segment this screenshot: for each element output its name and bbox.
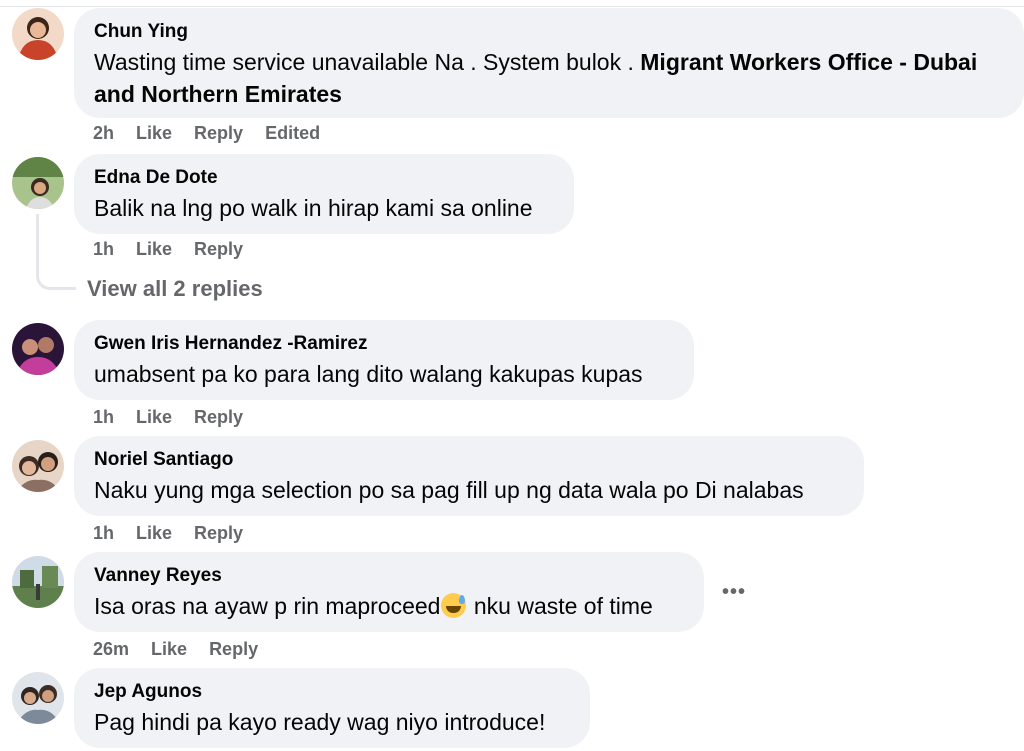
comment-bubble: Edna De Dote Balik na lng po walk in hir… [74, 154, 574, 234]
avatar-noriel-santiago[interactable] [12, 440, 64, 492]
top-divider [0, 0, 1024, 7]
like-button[interactable]: Like [151, 639, 187, 659]
edited-label[interactable]: Edited [265, 123, 320, 143]
comment-timestamp[interactable]: 2h [93, 123, 114, 143]
avatar-image [12, 8, 64, 60]
avatar-vanney-reyes[interactable] [12, 556, 64, 608]
like-button[interactable]: Like [136, 523, 172, 543]
comment-timestamp[interactable]: 1h [93, 523, 114, 543]
comment-actions: 1h Like Reply [93, 405, 265, 429]
comment-author[interactable]: Gwen Iris Hernandez -Ramirez [94, 332, 674, 356]
comment-actions: 1h Like Reply [93, 521, 265, 545]
reply-button[interactable]: Reply [194, 123, 243, 143]
comment-text-after: nku waste of time [467, 593, 653, 619]
avatar-image [12, 556, 64, 608]
sweat-smile-emoji-icon [441, 593, 467, 618]
view-replies-link[interactable]: View all 2 replies [87, 276, 263, 302]
comment-text: Wasting time service unavailable Na . Sy… [94, 46, 1004, 110]
comment-actions: 2h Like Reply Edited [93, 121, 342, 145]
comment-timestamp[interactable]: 1h [93, 239, 114, 259]
avatar-edna-de-dote[interactable] [12, 157, 64, 209]
comment-author[interactable]: Vanney Reyes [94, 564, 684, 588]
like-button[interactable]: Like [136, 239, 172, 259]
reply-button[interactable]: Reply [194, 523, 243, 543]
comment-bubble: Jep Agunos Pag hindi pa kayo ready wag n… [74, 668, 590, 748]
comment-bubble: Vanney Reyes Isa oras na ayaw p rin mapr… [74, 552, 704, 632]
avatar-image [12, 440, 64, 492]
comment-bubble: Noriel Santiago Naku yung mga selection … [74, 436, 864, 516]
reply-button[interactable]: Reply [194, 239, 243, 259]
comment-text: Naku yung mga selection po sa pag fill u… [94, 477, 804, 503]
comment-author[interactable]: Noriel Santiago [94, 448, 844, 472]
avatar-chun-ying[interactable] [12, 8, 64, 60]
avatar-image [12, 672, 64, 724]
avatar-image [12, 323, 64, 375]
comment-actions: 26m Like Reply [93, 637, 280, 661]
comment-text: Balik na lng po walk in hirap kami sa on… [94, 195, 533, 221]
comment-timestamp[interactable]: 1h [93, 407, 114, 427]
reply-button[interactable]: Reply [209, 639, 258, 659]
comment-text-before: Isa oras na ayaw p rin maproceed [94, 593, 441, 619]
avatar-image [12, 157, 64, 209]
comment-bubble: Gwen Iris Hernandez -Ramirez umabsent pa… [74, 320, 694, 400]
replies-connector-line [36, 214, 76, 290]
reply-button[interactable]: Reply [194, 407, 243, 427]
comment-text: Isa oras na ayaw p rin maproceed nku was… [94, 590, 684, 622]
avatar-gwen-iris-hernandez-ramirez[interactable] [12, 323, 64, 375]
comment-text: umabsent pa ko para lang dito walang kak… [94, 361, 643, 387]
like-button[interactable]: Like [136, 123, 172, 143]
comment-author[interactable]: Chun Ying [94, 20, 1004, 44]
comment-author[interactable]: Edna De Dote [94, 166, 554, 190]
comment-actions: 1h Like Reply [93, 237, 265, 261]
avatar-jep-agunos[interactable] [12, 672, 64, 724]
comment-bubble: Chun Ying Wasting time service unavailab… [74, 8, 1024, 118]
comment-text-body: Wasting time service unavailable Na . Sy… [94, 49, 641, 75]
like-button[interactable]: Like [136, 407, 172, 427]
comment-timestamp[interactable]: 26m [93, 639, 129, 659]
more-options-button[interactable]: ••• [718, 580, 750, 608]
comment-author[interactable]: Jep Agunos [94, 680, 570, 704]
comment-text: Pag hindi pa kayo ready wag niyo introdu… [94, 709, 546, 735]
